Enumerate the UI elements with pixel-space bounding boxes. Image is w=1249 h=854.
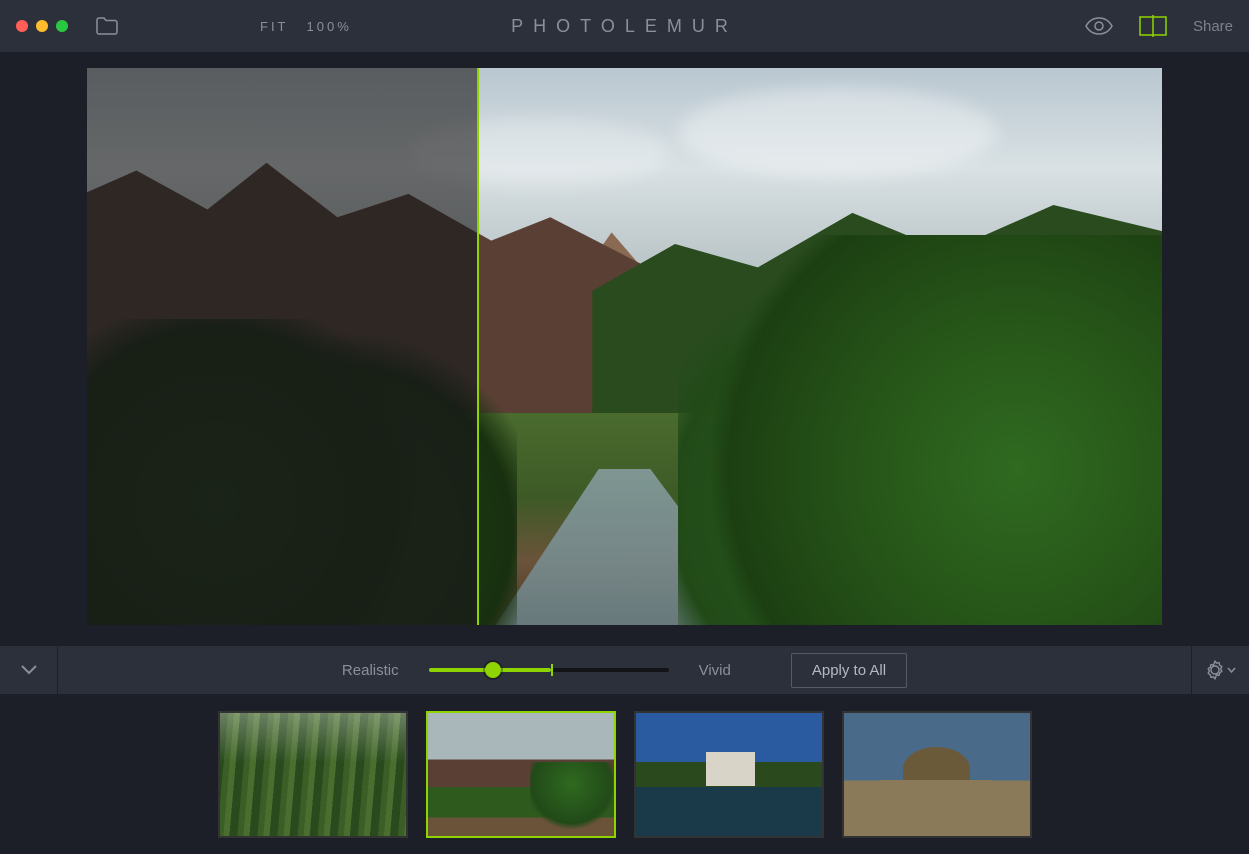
- close-window-button[interactable]: [16, 20, 28, 32]
- preview-eye-button[interactable]: [1085, 17, 1113, 35]
- open-folder-button[interactable]: [96, 17, 118, 35]
- thumbnail-image: [636, 713, 822, 836]
- app-title: PHOTOLEMUR: [511, 16, 738, 37]
- chevron-down-icon: [21, 665, 37, 675]
- gear-icon: [1205, 660, 1225, 680]
- style-slider[interactable]: [429, 668, 669, 672]
- style-label-realistic: Realistic: [342, 662, 399, 679]
- minimize-window-button[interactable]: [36, 20, 48, 32]
- thumbnail-image: [220, 713, 406, 836]
- title-bar: FIT 100% PHOTOLEMUR Share: [0, 0, 1249, 52]
- settings-button[interactable]: [1191, 646, 1249, 694]
- thumbnail-2[interactable]: [426, 711, 616, 838]
- expand-panel-button[interactable]: [0, 646, 58, 694]
- image-stage: [0, 52, 1249, 646]
- thumbnail-image: [844, 713, 1030, 836]
- fullscreen-window-button[interactable]: [56, 20, 68, 32]
- share-button[interactable]: Share: [1193, 18, 1233, 35]
- thumbnail-1[interactable]: [218, 711, 408, 838]
- filmstrip: [0, 694, 1249, 854]
- apply-to-all-button[interactable]: Apply to All: [791, 653, 907, 688]
- thumbnail-4[interactable]: [842, 711, 1032, 838]
- thumbnail-3[interactable]: [634, 711, 824, 838]
- style-slider-mark: [551, 664, 553, 676]
- window-controls: [16, 20, 68, 32]
- thumbnail-image: [428, 713, 614, 836]
- zoom-controls: FIT 100%: [260, 19, 352, 34]
- fit-button[interactable]: FIT: [260, 19, 289, 34]
- split-compare-button[interactable]: [1139, 15, 1167, 37]
- zoom-100-button[interactable]: 100%: [307, 19, 352, 34]
- chevron-down-icon: [1227, 667, 1236, 673]
- compare-split-handle[interactable]: [477, 68, 479, 625]
- style-slider-thumb[interactable]: [485, 662, 501, 678]
- main-photo-canvas[interactable]: [87, 68, 1162, 625]
- style-label-vivid: Vivid: [699, 662, 731, 679]
- controls-bar: Realistic Vivid Apply to All: [0, 646, 1249, 694]
